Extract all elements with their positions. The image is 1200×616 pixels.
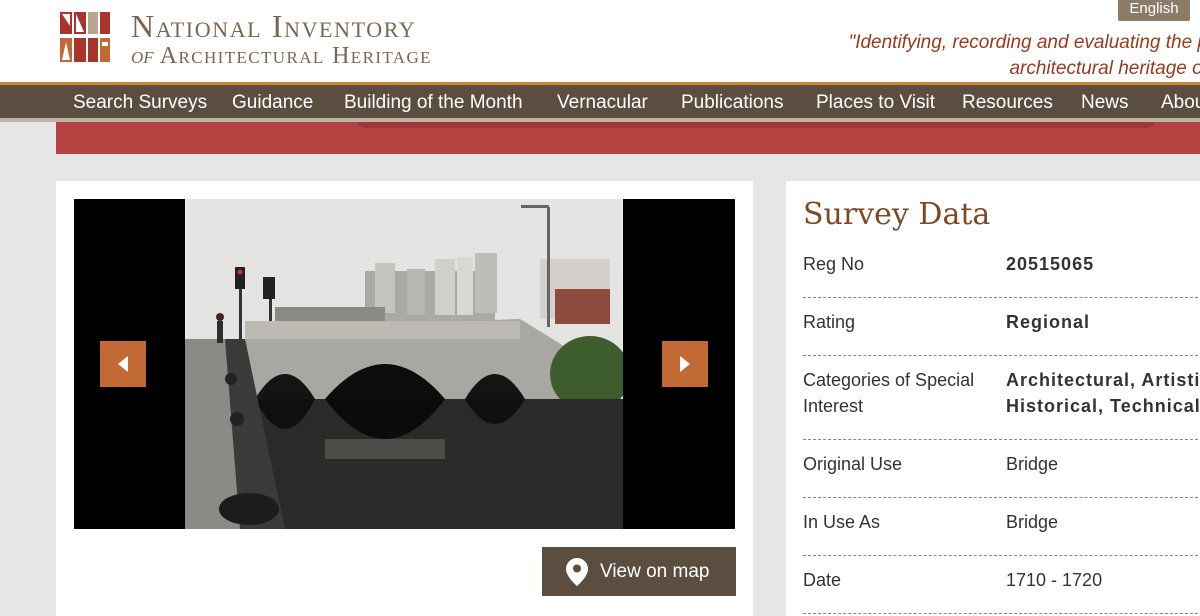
survey-label: Reg No — [803, 254, 865, 274]
survey-value: 1710 - 1720 — [1006, 570, 1103, 590]
main-nav: Search Surveys Guidance Building of the … — [0, 82, 1200, 122]
site-header: National Inventory of Architectural Heri… — [0, 0, 1200, 82]
nav-item-building-of-the-month[interactable]: Building of the Month — [344, 92, 523, 114]
survey-value: Bridge — [1006, 454, 1059, 474]
language-button[interactable]: English — [1118, 0, 1190, 21]
next-image-button[interactable] — [662, 341, 708, 387]
survey-value: 20515065 — [1006, 254, 1095, 274]
survey-value: Regional — [1006, 312, 1091, 332]
divider — [803, 297, 1200, 298]
tagline-line1: "Identifying, recording and evaluating t… — [848, 32, 1200, 53]
chevron-right-icon — [680, 356, 690, 372]
site-logo[interactable] — [60, 12, 110, 62]
survey-label: Original Use — [803, 454, 903, 474]
site-title-line1: National Inventory — [131, 8, 417, 44]
survey-value: Architectural, Artistic Historical, Tech… — [1006, 367, 1200, 419]
nav-item-vernacular[interactable]: Vernacular — [557, 92, 648, 114]
nav-item-news[interactable]: News — [1081, 92, 1129, 114]
survey-value-line2: Historical, Technical — [1006, 396, 1200, 416]
divider — [803, 613, 1200, 614]
survey-label: Date — [803, 570, 842, 590]
nav-item-about[interactable]: Abou — [1161, 92, 1200, 114]
nav-item-guidance[interactable]: Guidance — [232, 92, 313, 114]
divider — [803, 439, 1200, 440]
nav-item-resources[interactable]: Resources — [962, 92, 1053, 114]
divider — [803, 555, 1200, 556]
site-title[interactable]: National Inventory of Architectural Heri… — [131, 10, 432, 70]
bridge-photo[interactable] — [185, 199, 623, 529]
survey-label: In Use As — [803, 512, 881, 532]
page-banner — [56, 122, 1200, 154]
survey-value: Bridge — [1006, 512, 1059, 532]
nav-item-places-to-visit[interactable]: Places to Visit — [816, 92, 935, 114]
survey-value-line1: Architectural, Artistic — [1006, 370, 1200, 390]
divider — [803, 355, 1200, 356]
site-title-of: of — [131, 43, 154, 69]
divider — [803, 497, 1200, 498]
banner-text-remnant — [356, 122, 1156, 128]
site-title-line2: Architectural Heritage — [159, 43, 432, 69]
prev-image-button[interactable] — [100, 341, 146, 387]
image-viewer — [74, 199, 735, 529]
survey-title: Survey Data — [803, 197, 991, 232]
survey-label: Categories of Special Interest — [803, 370, 975, 416]
nav-item-publications[interactable]: Publications — [681, 92, 783, 114]
chevron-left-icon — [118, 356, 128, 372]
view-on-map-button[interactable]: View on map — [542, 547, 736, 596]
view-on-map-label: View on map — [600, 560, 710, 582]
tagline-line2: architectural heritage of — [1009, 58, 1200, 79]
survey-data-card: Survey Data Reg No 20515065 Rating Regio… — [786, 181, 1200, 616]
map-pin-icon — [566, 557, 588, 586]
site-tagline: "Identifying, recording and evaluating t… — [788, 30, 1200, 82]
survey-label: Rating — [803, 312, 856, 332]
image-card: View on map — [56, 181, 753, 616]
nav-item-search-surveys[interactable]: Search Surveys — [73, 92, 207, 114]
